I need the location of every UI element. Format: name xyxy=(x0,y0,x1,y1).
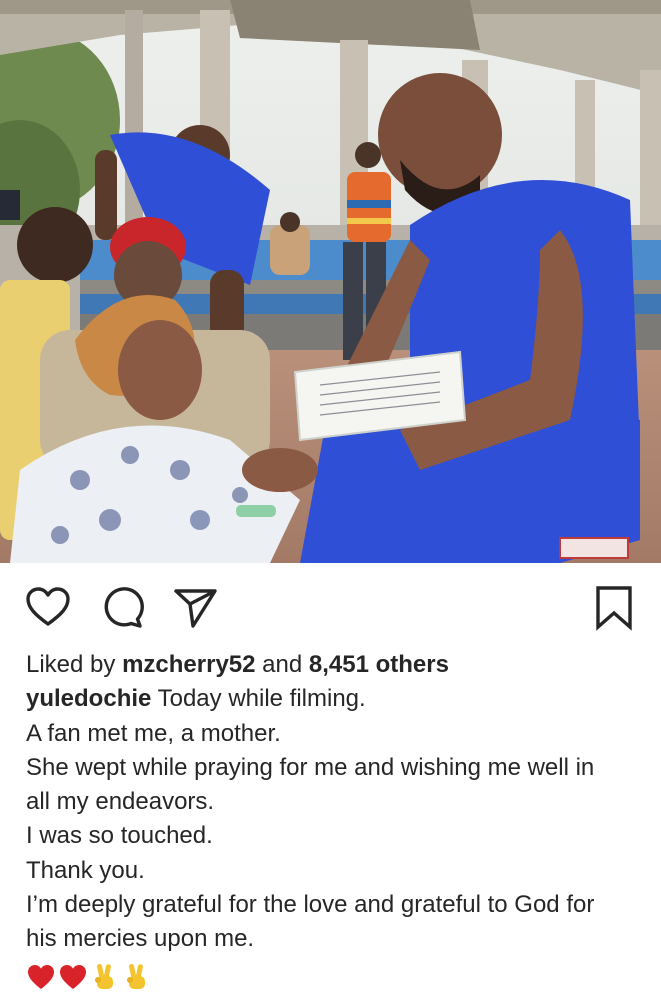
post-photo-illustration xyxy=(0,0,661,563)
victory-hand-icon xyxy=(95,963,113,989)
post-photo[interactable] xyxy=(0,0,661,563)
comment-button[interactable] xyxy=(98,583,146,631)
caption-text: Today while filming. xyxy=(157,685,366,713)
caption-line: I was so touched. xyxy=(26,822,213,850)
caption-line: A fan met me, a mother. xyxy=(26,719,281,747)
caption-line: She wept while praying for me and wishin… xyxy=(26,753,595,781)
caption-first-line: yuledochie Today while filming. xyxy=(26,682,646,716)
like-button[interactable] xyxy=(24,583,72,631)
caption-line: his mercies upon me. xyxy=(26,925,255,953)
liked-by-and: and xyxy=(262,651,303,678)
save-button[interactable] xyxy=(590,583,638,631)
caption-line: I’m deeply grateful for the love and gra… xyxy=(26,891,595,919)
comment-bubble-icon xyxy=(104,587,144,628)
bookmark-icon xyxy=(596,586,632,631)
author-username-link[interactable]: yuledochie xyxy=(26,685,151,712)
post-caption: Liked by mzcherry52 and 8,451 others yul… xyxy=(26,648,646,992)
heart-outline-icon xyxy=(26,587,70,626)
liked-by-others-link[interactable]: 8,451 others xyxy=(309,651,449,678)
post-action-bar xyxy=(0,563,661,645)
caption-emojis xyxy=(26,961,646,992)
share-button[interactable] xyxy=(171,583,219,631)
red-heart-icon xyxy=(60,964,86,989)
likes-summary: Liked by mzcherry52 and 8,451 others xyxy=(26,648,646,682)
liked-by-prefix: Liked by xyxy=(26,651,116,678)
liked-by-user-link[interactable]: mzcherry52 xyxy=(122,651,255,678)
caption-line: all my endeavors. xyxy=(26,788,215,816)
red-heart-icon xyxy=(28,964,54,989)
victory-hand-icon xyxy=(127,963,145,989)
paper-plane-icon xyxy=(174,589,217,628)
caption-line: Thank you. xyxy=(26,856,145,884)
